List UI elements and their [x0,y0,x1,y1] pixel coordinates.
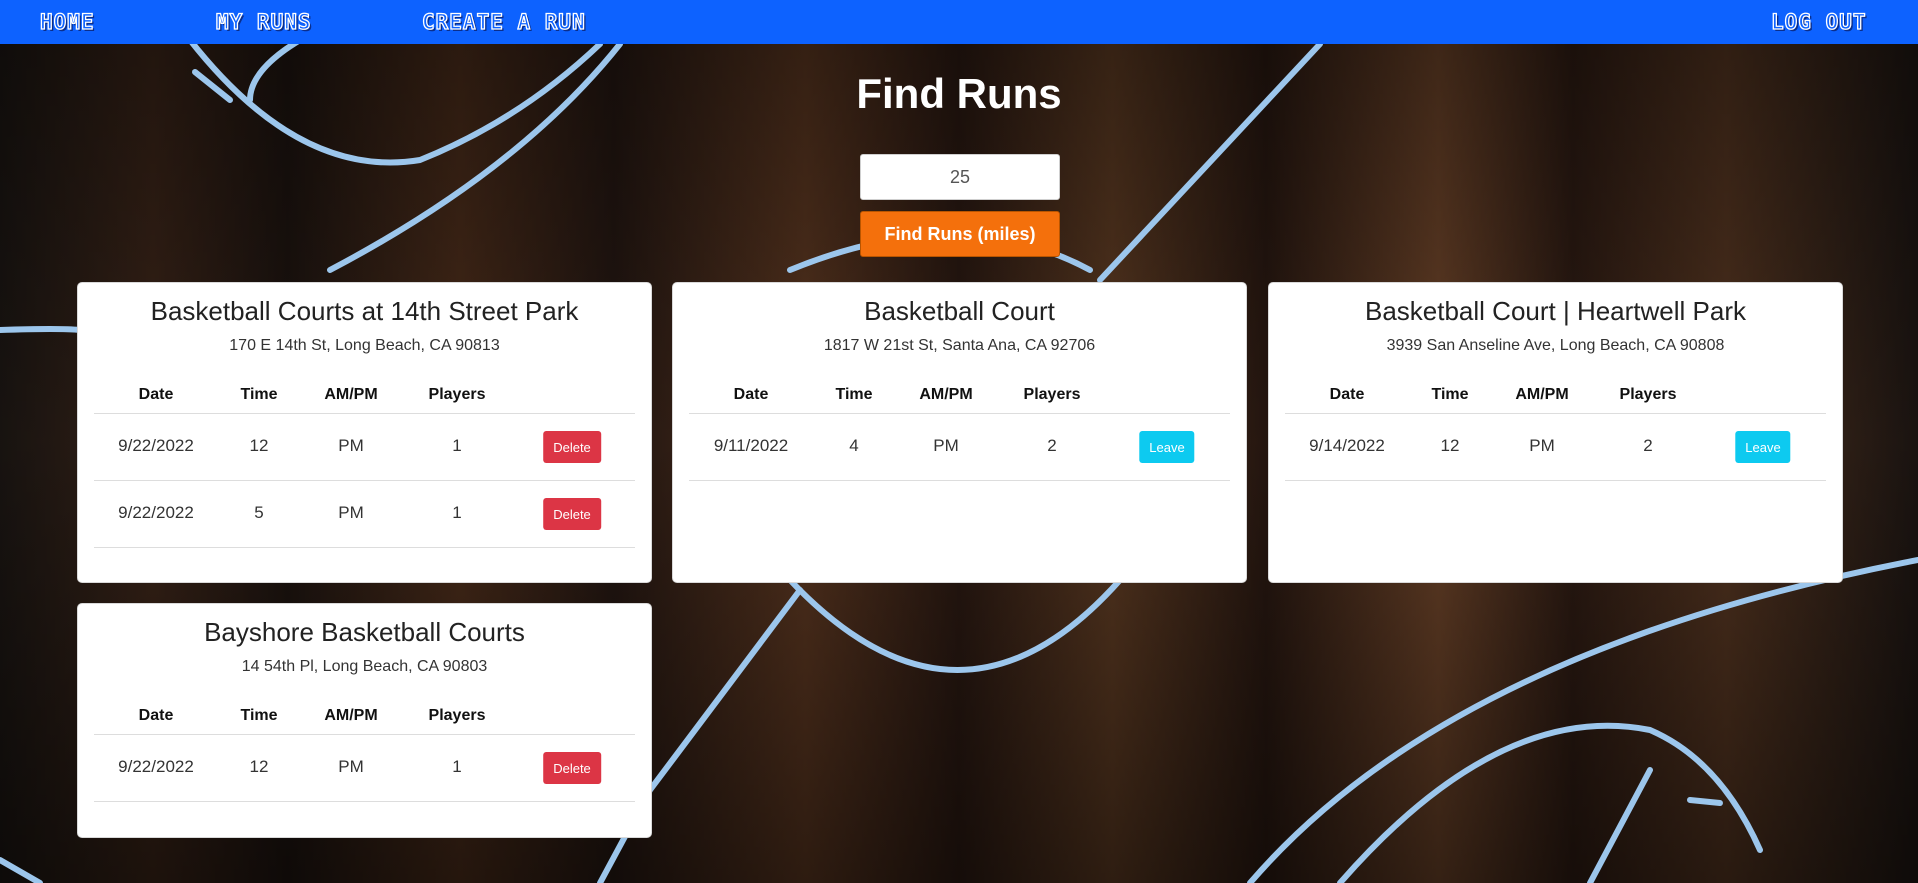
header-time: Time [240,707,278,724]
table-row: 9/22/2022 12 PM 1 Delete [94,735,635,802]
table-row: 9/22/2022 5 PM 1 Delete [94,481,635,548]
header-players: Players [1023,386,1081,403]
delete-run-button[interactable]: Delete [543,498,601,530]
court-address: 170 E 14th St, Long Beach, CA 90813 [229,337,500,354]
delete-run-button[interactable]: Delete [543,431,601,463]
page-title: Find Runs [856,70,1062,117]
court-name: Bayshore Basketball Courts [204,617,525,647]
runs-table: Date Time AM/PM Players 9/22/2022 12 PM … [94,702,635,802]
header-time: Time [240,386,278,403]
run-date: 9/22/2022 [118,436,194,455]
court-address: 1817 W 21st St, Santa Ana, CA 92706 [823,337,1096,354]
run-players: 2 [1047,436,1057,455]
runs-table: Date Time AM/PM Players 9/11/2022 4 PM 2… [689,381,1230,481]
runs-table: Date Time AM/PM Players 9/22/2022 12 PM … [94,381,635,548]
run-players: 1 [452,757,462,776]
runs-table-header: Date Time AM/PM Players [94,702,635,735]
court-card: Basketball Court 1817 W 21st St, Santa A… [672,282,1247,583]
table-row: 9/14/2022 12 PM 2 Leave [1285,414,1826,481]
run-players: 1 [452,503,462,522]
runs-table-header: Date Time AM/PM Players [1285,381,1826,414]
run-players: 1 [452,436,462,455]
header-time: Time [835,386,873,403]
header-players: Players [1619,386,1677,403]
court-name: Basketball Court | Heartwell Park [1364,296,1746,326]
court-address: 3939 San Anseline Ave, Long Beach, CA 90… [1386,337,1725,354]
leave-run-button[interactable]: Leave [1735,431,1791,463]
run-time: 12 [249,757,269,776]
table-row: 9/11/2022 4 PM 2 Leave [689,414,1230,481]
court-card: Basketball Court | Heartwell Park 3939 S… [1268,282,1843,583]
court-name: Basketball Court [864,296,1055,326]
court-card: Basketball Courts at 14th Street Park 17… [77,282,652,583]
runs-table: Date Time AM/PM Players 9/14/2022 12 PM … [1285,381,1826,481]
top-navbar: Home My Runs Create A Run Log Out [0,0,1918,44]
run-time: 12 [1440,436,1460,455]
header-date: Date [1329,386,1365,403]
court-card: Bayshore Basketball Courts 14 54th Pl, L… [77,603,652,838]
header-date: Date [138,386,174,403]
run-date: 9/14/2022 [1309,436,1385,455]
nav-home-link[interactable]: Home [39,9,95,34]
run-ampm: PM [338,503,364,522]
run-ampm: PM [933,436,959,455]
run-ampm: PM [338,436,364,455]
run-time: 4 [849,436,859,455]
run-ampm: PM [1529,436,1555,455]
header-ampm: AM/PM [324,707,378,724]
run-date: 9/22/2022 [118,503,194,522]
run-players: 2 [1643,436,1653,455]
run-time: 12 [249,436,269,455]
court-address: 14 54th Pl, Long Beach, CA 90803 [241,658,488,675]
nav-logout-link[interactable]: Log Out [1770,9,1867,34]
radius-miles-input[interactable] [860,154,1060,200]
header-ampm: AM/PM [919,386,973,403]
find-runs-button[interactable]: Find Runs (miles) [860,211,1060,257]
delete-run-button[interactable]: Delete [543,752,601,784]
run-ampm: PM [338,757,364,776]
run-time: 5 [254,503,264,522]
header-players: Players [428,707,486,724]
table-row: 9/22/2022 12 PM 1 Delete [94,414,635,481]
header-ampm: AM/PM [324,386,378,403]
runs-table-header: Date Time AM/PM Players [94,381,635,414]
header-players: Players [428,386,486,403]
header-ampm: AM/PM [1515,386,1569,403]
runs-table-header: Date Time AM/PM Players [689,381,1230,414]
run-date: 9/11/2022 [713,436,789,455]
nav-create-run-link[interactable]: Create A Run [421,9,586,34]
leave-run-button[interactable]: Leave [1139,431,1195,463]
header-date: Date [138,707,174,724]
nav-my-runs-link[interactable]: My Runs [215,9,312,34]
header-time: Time [1431,386,1469,403]
header-date: Date [733,386,769,403]
court-name: Basketball Courts at 14th Street Park [150,296,579,326]
run-date: 9/22/2022 [118,757,194,776]
